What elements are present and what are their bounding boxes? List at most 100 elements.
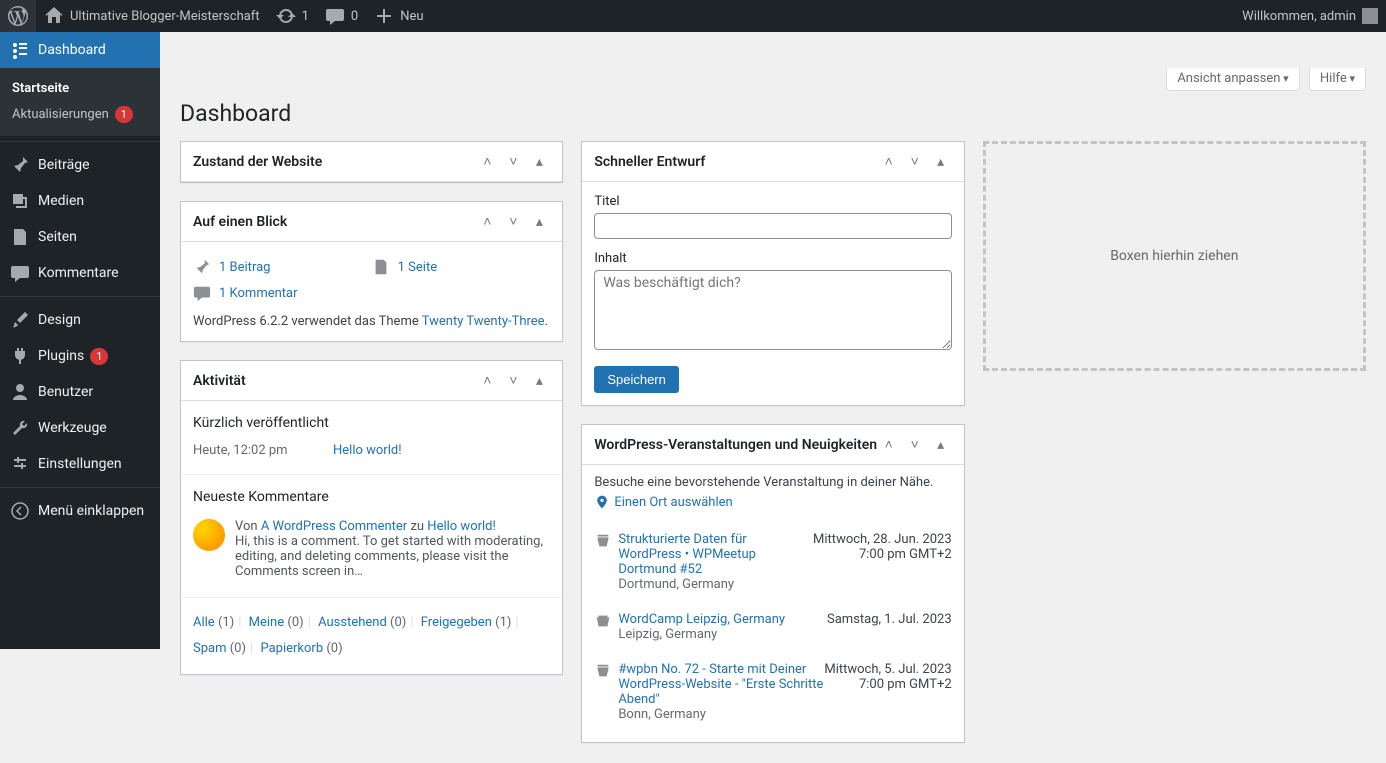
box-down-icon[interactable]: ˅	[502, 151, 524, 173]
updates-badge: 1	[115, 106, 133, 123]
menu-appearance[interactable]: Design	[0, 302, 160, 338]
event-location: Leipzig, Germany	[618, 627, 827, 642]
plugins-badge: 1	[90, 348, 108, 365]
box-toggle-icon[interactable]: ▴	[528, 370, 550, 392]
my-account[interactable]: Willkommen, admin	[1234, 0, 1386, 32]
plugin-icon	[10, 346, 30, 366]
glance-post: 1 Beitrag	[193, 254, 372, 280]
box-up-icon[interactable]: ˄	[476, 151, 498, 173]
home-icon	[44, 6, 64, 26]
welcome-text: Willkommen, admin	[1242, 9, 1356, 24]
new-label: Neu	[394, 9, 423, 24]
empty-dropzone[interactable]: Boxen hierhin ziehen	[983, 141, 1366, 371]
filter-all[interactable]: Alle	[193, 615, 215, 630]
quick-draft-box: Schneller Entwurf ˄ ˅ ▴ Titel Inhalt	[581, 141, 964, 406]
glance-title: Auf einen Blick	[193, 214, 476, 230]
site-health-title: Zustand der Website	[193, 154, 476, 170]
box-down-icon[interactable]: ˅	[502, 370, 524, 392]
activity-box: Aktivität ˄ ˅ ▴ Kürzlich veröffentlicht …	[180, 360, 563, 675]
save-draft-button[interactable]: Speichern	[594, 366, 679, 393]
glance-post-link[interactable]: 1 Beitrag	[219, 260, 270, 275]
menu-collapse[interactable]: Menü einklappen	[0, 493, 160, 529]
filter-approved[interactable]: Freigegeben	[421, 615, 492, 630]
wordcamp-icon	[594, 612, 618, 642]
events-news-box: WordPress-Veranstaltungen und Neuigkeite…	[581, 424, 964, 743]
location-icon	[594, 494, 610, 510]
updates-link[interactable]: 1	[268, 0, 317, 32]
location-picker[interactable]: Einen Ort auswählen	[594, 494, 951, 510]
event-title-link[interactable]: WordCamp Leipzig, Germany	[618, 612, 785, 627]
publish-time: Heute, 12:02 pm	[193, 443, 333, 458]
new-content-link[interactable]: Neu	[366, 0, 431, 32]
help-button[interactable]: Hilfe	[1309, 68, 1366, 91]
filter-mine[interactable]: Meine	[249, 615, 284, 630]
event-item: WordCamp Leipzig, GermanyLeipzig, German…	[594, 602, 951, 652]
draft-content-input[interactable]	[594, 270, 951, 350]
commenter-link[interactable]: A WordPress Commenter	[261, 519, 407, 534]
event-date: Mittwoch, 28. Jun. 20237:00 pm GMT+2	[813, 532, 952, 592]
activity-title: Aktivität	[193, 373, 476, 389]
event-date: Samstag, 1. Jul. 2023	[827, 612, 952, 642]
wp-version-text: WordPress 6.2.2 verwendet das Theme	[193, 314, 422, 329]
events-intro: Besuche eine bevorstehende Veranstaltung…	[594, 475, 951, 490]
submenu-home[interactable]: Startseite	[0, 76, 160, 101]
box-up-icon[interactable]: ˄	[476, 211, 498, 233]
glance-comment-link[interactable]: 1 Kommentar	[219, 286, 298, 301]
menu-pages[interactable]: Seiten	[0, 219, 160, 255]
box-down-icon[interactable]: ˅	[502, 211, 524, 233]
menu-tools[interactable]: Werkzeuge	[0, 410, 160, 446]
filter-pending[interactable]: Ausstehend	[318, 615, 387, 630]
site-name-link[interactable]: Ultimative Blogger-Meisterschaft	[36, 0, 268, 32]
theme-link[interactable]: Twenty Twenty-Three	[422, 314, 545, 329]
menu-settings[interactable]: Einstellungen	[0, 446, 160, 482]
menu-media[interactable]: Medien	[0, 183, 160, 219]
box-toggle-icon[interactable]: ▴	[930, 434, 952, 456]
glance-comment: 1 Kommentar	[193, 280, 550, 306]
comments-icon	[193, 284, 211, 302]
meetup-icon	[594, 532, 618, 592]
box-up-icon[interactable]: ˄	[878, 151, 900, 173]
dashboard-icon	[10, 40, 30, 60]
box-up-icon[interactable]: ˄	[878, 434, 900, 456]
recent-post-link[interactable]: Hello world!	[333, 443, 402, 458]
submenu-updates[interactable]: Aktualisierungen 1	[0, 101, 160, 128]
page-title: Dashboard	[160, 91, 1386, 131]
glance-page: 1 Seite	[372, 254, 551, 280]
event-title-link[interactable]: Strukturierte Daten für WordPress • WPMe…	[618, 532, 756, 577]
box-up-icon[interactable]: ˄	[476, 370, 498, 392]
box-toggle-icon[interactable]: ▴	[528, 151, 550, 173]
draft-title-input[interactable]	[594, 213, 951, 239]
menu-posts[interactable]: Beiträge	[0, 147, 160, 183]
settings-icon	[10, 454, 30, 474]
box-down-icon[interactable]: ˅	[904, 151, 926, 173]
page-icon	[372, 258, 390, 276]
admin-bar: Ultimative Blogger-Meisterschaft 1 0 Neu…	[0, 0, 1386, 32]
comment-excerpt: Hi, this is a comment. To get started wi…	[235, 534, 543, 579]
menu-dashboard[interactable]: Dashboard	[0, 32, 160, 68]
box-toggle-icon[interactable]: ▴	[528, 211, 550, 233]
glance-page-link[interactable]: 1 Seite	[398, 260, 437, 275]
pin-icon	[193, 258, 211, 276]
user-icon	[10, 382, 30, 402]
bar-comments-link[interactable]: 0	[317, 0, 366, 32]
page-icon	[10, 227, 30, 247]
menu-comments[interactable]: Kommentare	[0, 255, 160, 291]
event-title-link[interactable]: #wpbn No. 72 - Starte mit Deiner WordPre…	[618, 662, 823, 707]
wp-logo[interactable]	[0, 0, 36, 32]
menu-plugins[interactable]: Plugins 1	[0, 338, 160, 374]
admin-sidebar: Dashboard Startseite Aktualisierungen 1 …	[0, 32, 160, 649]
comment-on-post-link[interactable]: Hello world!	[427, 519, 496, 534]
box-down-icon[interactable]: ˅	[904, 434, 926, 456]
box-toggle-icon[interactable]: ▴	[930, 151, 952, 173]
wordpress-icon	[8, 6, 28, 26]
event-location: Bonn, Germany	[618, 707, 824, 722]
media-icon	[10, 191, 30, 211]
collapse-icon	[10, 501, 30, 521]
event-item: Strukturierte Daten für WordPress • WPMe…	[594, 522, 951, 602]
pin-icon	[10, 155, 30, 175]
updates-count: 1	[296, 9, 309, 24]
recently-published-heading: Kürzlich veröffentlicht	[193, 411, 550, 437]
screen-options-button[interactable]: Ansicht anpassen	[1166, 68, 1299, 91]
menu-users[interactable]: Benutzer	[0, 374, 160, 410]
draft-title-label: Titel	[594, 194, 951, 209]
